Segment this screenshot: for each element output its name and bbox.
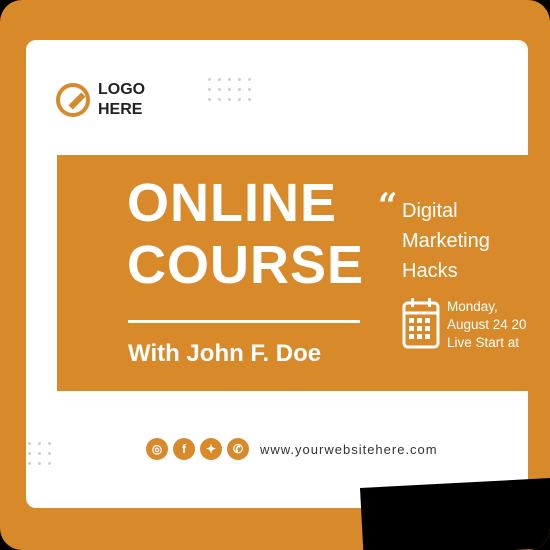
twitter-icon[interactable]: ✦ [200,438,222,460]
presenter-name: With John F. Doe [128,340,322,367]
schedule-line-1: Monday, [447,299,498,314]
topic-line-3: Hacks [402,260,458,282]
topic-line-2: Marketing [402,230,490,252]
course-title-line-1: ONLINE [127,173,338,233]
schedule-text: Monday, August 24 20 Live Start at [447,298,527,352]
decorative-dots-top [208,78,251,101]
logo-line-1: LOGO [98,81,146,98]
banner-frame: LOGO HERE ONLINE COURSE With John F. Doe… [0,0,550,550]
course-topic: Digital Marketing Hacks [402,196,542,286]
title-divider [128,320,360,323]
course-title-line-2: COURSE [127,235,365,295]
logo: LOGO HERE [56,80,145,120]
corner-shadow [360,477,550,550]
instagram-icon[interactable]: ◎ [146,438,168,460]
decorative-dots-left [28,442,51,465]
logo-line-2: HERE [98,101,143,118]
website-link[interactable]: www.yourwebsitehere.com [260,442,438,457]
course-title: ONLINE COURSE [127,172,364,296]
quote-icon: “ [378,186,398,226]
logo-text: LOGO HERE [98,80,145,120]
schedule-line-3: Live Start at [447,335,520,350]
topic-line-1: Digital [402,200,458,222]
facebook-icon[interactable]: f [173,438,195,460]
social-links: ◎ f ✦ ✆ [146,438,249,460]
calendar-icon [402,298,440,349]
whatsapp-icon[interactable]: ✆ [227,438,249,460]
schedule-line-2: August 24 20 [447,317,527,332]
logo-mark-icon [56,83,90,117]
